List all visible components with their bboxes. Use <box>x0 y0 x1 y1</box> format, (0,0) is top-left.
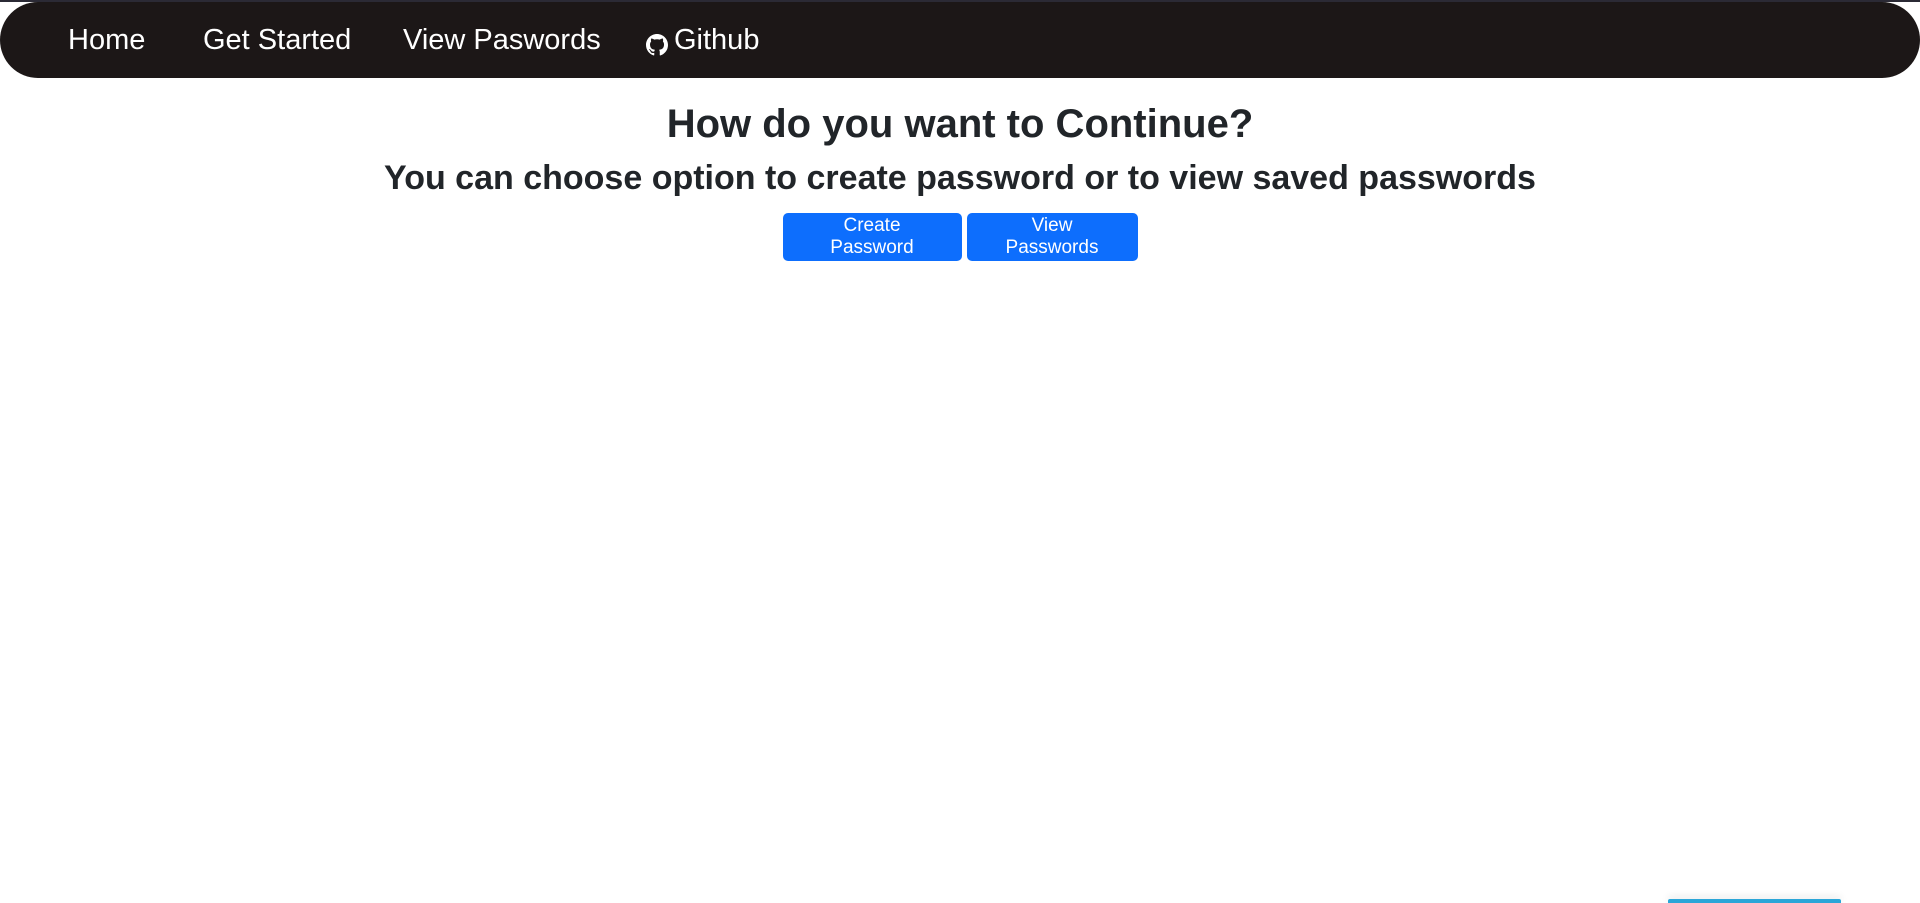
create-password-button[interactable]: Create Password <box>782 213 962 261</box>
main-content: How do you want to Continue? You can cho… <box>0 95 1920 261</box>
page: Home Get Started View Paswords Github Ho… <box>0 0 1920 903</box>
nav-view-passwords-link[interactable]: View Paswords <box>403 2 601 78</box>
page-title: How do you want to Continue? <box>666 102 1254 146</box>
top-navigation-bar: Home Get Started View Paswords Github <box>0 2 1920 78</box>
view-passwords-button[interactable]: View Passwords <box>966 213 1138 261</box>
nav-github-link[interactable]: Github <box>646 2 759 78</box>
github-icon <box>646 31 668 55</box>
github-link-content: Github <box>646 2 759 78</box>
nav-github-label: Github <box>674 23 760 56</box>
navigation-list: Home Get Started View Paswords Github <box>0 2 1920 78</box>
page-subtitle: You can choose option to create password… <box>384 159 1536 197</box>
nav-home-link[interactable]: Home <box>68 2 145 78</box>
bottom-right-partial-element <box>1668 899 1841 903</box>
choice-button-row: Create Password View Passwords <box>0 213 1920 261</box>
nav-get-started-link[interactable]: Get Started <box>203 2 351 78</box>
